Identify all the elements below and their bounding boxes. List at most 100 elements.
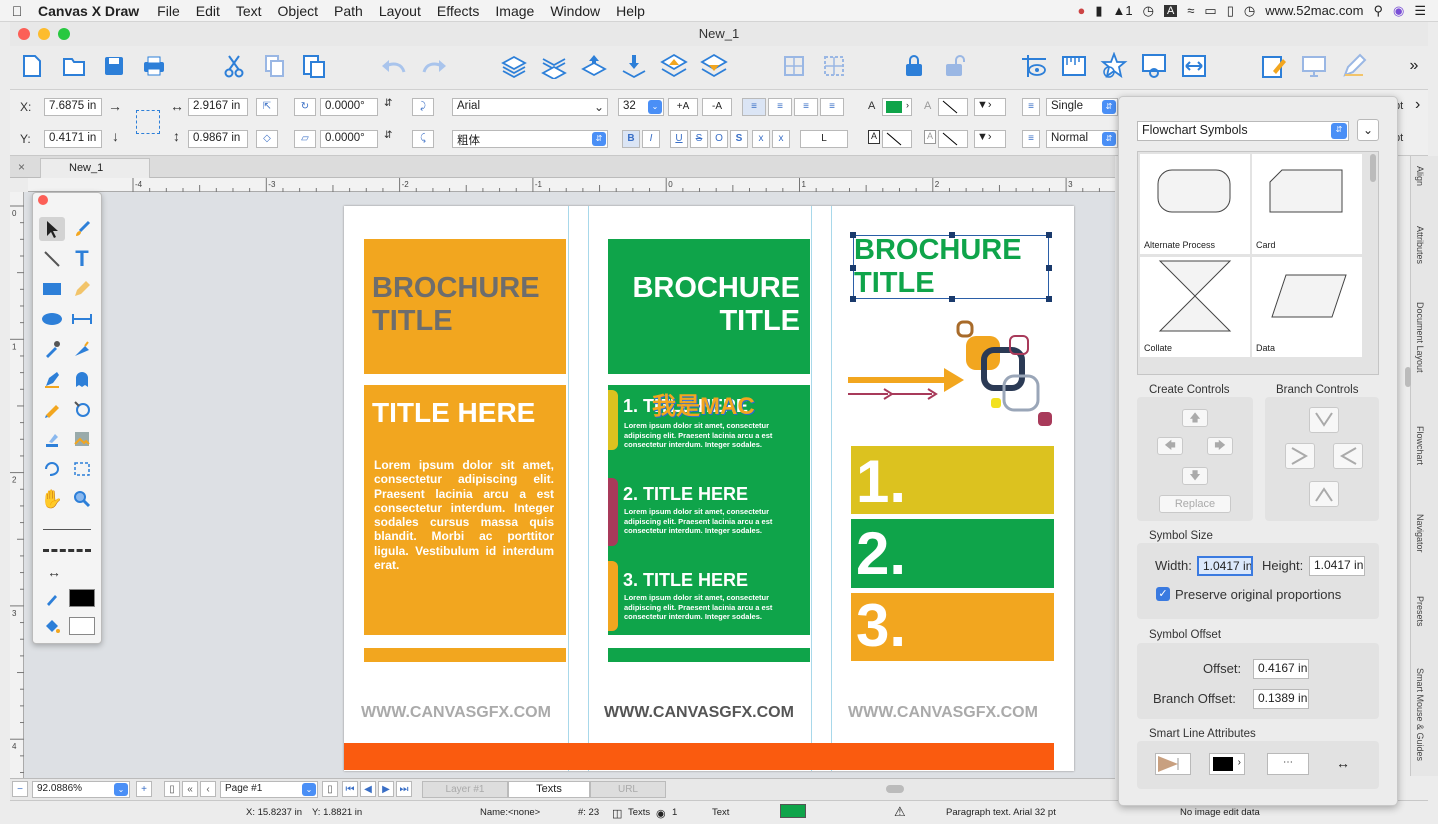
rotation-stepper[interactable]: ⇵ bbox=[384, 98, 392, 109]
minimize-window-button[interactable] bbox=[38, 28, 50, 40]
number-2[interactable]: 2. bbox=[856, 524, 906, 584]
char-spacing-select[interactable]: Normal ⇵ bbox=[1046, 130, 1118, 148]
wifi-icon[interactable]: ≈ bbox=[1187, 3, 1194, 18]
decorative-graphic[interactable] bbox=[844, 316, 1059, 436]
x-field[interactable]: 7.6875 in bbox=[44, 98, 102, 116]
justify-icon[interactable]: ≡ bbox=[820, 98, 844, 116]
fill-color-swatch[interactable]: › bbox=[882, 98, 912, 116]
edit-text-icon[interactable] bbox=[1260, 52, 1288, 80]
side-tab-document-layout[interactable]: Document Layout bbox=[1415, 302, 1425, 373]
pages-icon[interactable]: ▯ bbox=[322, 781, 338, 797]
flip-icon[interactable]: ◇ bbox=[256, 130, 278, 148]
create-right-button[interactable]: 🡆 bbox=[1207, 437, 1233, 455]
branch-offset-field[interactable]: 0.1389 in bbox=[1253, 689, 1309, 709]
char-spacing-icon[interactable]: ≡ bbox=[1022, 130, 1040, 148]
menu-window[interactable]: Window bbox=[542, 3, 608, 19]
monitor-icon[interactable] bbox=[1300, 52, 1328, 80]
col2-item2-body[interactable]: Lorem ipsum dolor sit amet, consectetur … bbox=[624, 507, 804, 536]
bottom-band[interactable] bbox=[344, 743, 1054, 770]
side-tab-smart-mouse[interactable]: Smart Mouse & Guides bbox=[1415, 668, 1425, 761]
shadow-button[interactable]: S bbox=[730, 130, 748, 148]
dimension-tool-icon[interactable] bbox=[69, 307, 95, 331]
col2-item3-body[interactable]: Lorem ipsum dolor sit amet, consectetur … bbox=[624, 593, 804, 622]
font-size-select[interactable]: 32 ⌄ bbox=[618, 98, 664, 116]
ungroup-icon[interactable] bbox=[820, 52, 848, 80]
drawing-canvas[interactable]: BROCHURE TITLE TITLE HERE Lorem ipsum do… bbox=[24, 192, 1115, 778]
line-tool-icon[interactable] bbox=[39, 247, 65, 271]
branch-right-button[interactable] bbox=[1333, 443, 1363, 469]
menu-path[interactable]: Path bbox=[326, 3, 371, 19]
menu-object[interactable]: Object bbox=[270, 3, 326, 19]
horizontal-ruler[interactable]: -4 -3 -2 -1 0 1 2 3 bbox=[28, 178, 1115, 192]
freeform-select-icon[interactable] bbox=[39, 457, 65, 481]
preserve-proportions-checkbox[interactable]: ✓ bbox=[1156, 587, 1170, 601]
font-style-select[interactable]: 粗体 ⇵ bbox=[452, 130, 608, 148]
close-tab-icon[interactable]: × bbox=[18, 160, 25, 174]
line-dash-select[interactable]: ⋯ bbox=[1267, 753, 1309, 775]
line-arrow-icon[interactable]: ↔ bbox=[1323, 753, 1363, 775]
selection-handle[interactable] bbox=[850, 232, 856, 238]
align-left-icon[interactable]: ≡ bbox=[742, 98, 766, 116]
open-folder-icon[interactable] bbox=[60, 52, 88, 80]
next-layer-icon[interactable]: ▶ bbox=[378, 781, 394, 797]
panel-scrollbar[interactable] bbox=[1405, 367, 1411, 387]
increase-font-button[interactable]: +A bbox=[668, 98, 698, 116]
page-select[interactable]: Page #1 ⌄ bbox=[220, 781, 318, 798]
replace-button[interactable]: Replace bbox=[1159, 495, 1231, 513]
col1-body-text[interactable]: Lorem ipsum dolor sit amet, consectetur … bbox=[374, 458, 554, 572]
menu-edit[interactable]: Edit bbox=[188, 3, 228, 19]
lock-icon[interactable] bbox=[900, 52, 928, 80]
move-up-icon[interactable] bbox=[660, 52, 688, 80]
superscript-button[interactable]: x bbox=[752, 130, 770, 148]
siri-icon[interactable]: ◉ bbox=[1393, 3, 1404, 19]
col2-item3-title[interactable]: 3. TITLE HERE bbox=[623, 570, 748, 590]
bring-to-front-icon[interactable] bbox=[580, 52, 608, 80]
marquee-tool-icon[interactable] bbox=[69, 457, 95, 481]
subscript-button[interactable]: x bbox=[772, 130, 790, 148]
resize-icon[interactable]: ⇱ bbox=[256, 98, 278, 116]
symbol-grid-scrollbar[interactable] bbox=[1370, 154, 1376, 182]
number-1[interactable]: 1. bbox=[856, 452, 906, 512]
width-field[interactable]: 2.9167 in bbox=[188, 98, 248, 116]
tab-stop-select[interactable]: L bbox=[800, 130, 848, 148]
paintbrush-icon[interactable] bbox=[69, 217, 95, 241]
menu-text[interactable]: Text bbox=[228, 3, 270, 19]
library-select[interactable]: Flowchart Symbols ⇵ bbox=[1137, 121, 1349, 141]
symbol-data[interactable]: Data bbox=[1252, 257, 1362, 357]
redo-icon[interactable] bbox=[420, 52, 448, 80]
zoom-in-icon[interactable]: + bbox=[136, 781, 152, 797]
strikethrough-button[interactable]: S bbox=[690, 130, 708, 148]
layer-tab-texts[interactable]: Texts bbox=[508, 781, 590, 798]
branch-down-button[interactable] bbox=[1309, 481, 1339, 507]
symbol-library-icon[interactable] bbox=[1100, 52, 1128, 80]
bold-button[interactable]: B bbox=[622, 130, 640, 148]
symbol-width-field[interactable]: 1.0417 in bbox=[1197, 556, 1253, 576]
layer-tab-url[interactable]: URL bbox=[590, 781, 666, 798]
stroke-color-swatch[interactable] bbox=[938, 98, 968, 116]
save-icon[interactable] bbox=[100, 52, 128, 80]
undo-icon[interactable] bbox=[380, 52, 408, 80]
paste-icon[interactable] bbox=[300, 52, 328, 80]
pen-color-swatch[interactable] bbox=[69, 589, 95, 607]
skew-icon[interactable]: ▱ bbox=[294, 130, 316, 148]
selection-handle[interactable] bbox=[850, 296, 856, 302]
document-tab[interactable]: New_1 bbox=[40, 158, 150, 178]
text-tool-icon[interactable]: T bbox=[69, 246, 95, 271]
line-spacing-select[interactable]: Single ⇵ bbox=[1046, 98, 1118, 116]
branch-left-button[interactable] bbox=[1285, 443, 1315, 469]
bring-forward-icon[interactable] bbox=[500, 52, 528, 80]
airplay-icon[interactable]: ▭ bbox=[1204, 3, 1216, 19]
first-layer-icon[interactable]: ⏮ bbox=[342, 781, 358, 797]
rulers-icon[interactable] bbox=[1060, 52, 1088, 80]
paint-bucket-icon[interactable] bbox=[39, 427, 65, 451]
pencil-tool-icon[interactable] bbox=[69, 277, 95, 301]
line-weight-sample[interactable] bbox=[43, 529, 91, 530]
clock-icon[interactable]: ◷ bbox=[1244, 3, 1255, 19]
hand-tool-icon[interactable]: ✋ bbox=[39, 487, 65, 511]
side-tab-align[interactable]: Align bbox=[1415, 166, 1425, 186]
zoom-window-button[interactable] bbox=[58, 28, 70, 40]
fill-bucket-icon[interactable] bbox=[39, 614, 65, 638]
rotate-tool-icon[interactable]: ⤸ bbox=[412, 98, 434, 116]
presentation-icon[interactable] bbox=[1140, 52, 1168, 80]
menu-image[interactable]: Image bbox=[487, 3, 542, 19]
